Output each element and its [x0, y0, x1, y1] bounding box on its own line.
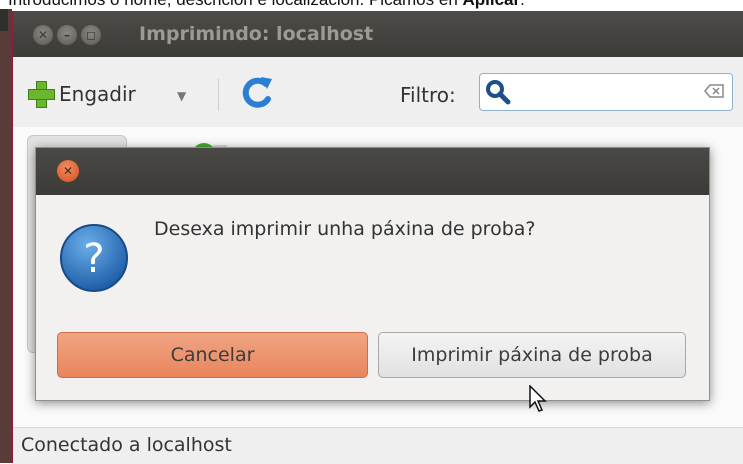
plus-icon: [27, 80, 55, 108]
question-icon: ?: [60, 224, 128, 292]
add-printer-button[interactable]: Engadir: [27, 77, 136, 111]
toolbar: Engadir ▼ Filtro:: [13, 57, 743, 127]
window-title: Imprimindo: localhost: [139, 23, 374, 45]
filter-label: Filtro:: [400, 83, 456, 107]
svg-text:?: ?: [83, 236, 104, 282]
close-icon: ✕: [37, 28, 49, 42]
close-icon: ✕: [62, 164, 74, 178]
caption-end: .: [520, 0, 525, 9]
maximize-icon: ◻: [86, 28, 96, 42]
dialog-close-button[interactable]: ✕: [57, 160, 79, 182]
minimize-icon: –: [64, 28, 70, 42]
add-label: Engadir: [59, 82, 136, 106]
page-caption: Introducimos o nome, descrición e locali…: [8, 0, 743, 9]
status-text: Conectado a localhost: [21, 434, 232, 456]
filter-input[interactable]: [479, 73, 733, 111]
dialog-message: Desexa imprimir unha páxina de proba?: [154, 218, 536, 240]
print-test-page-button[interactable]: Imprimir páxina de proba: [378, 332, 686, 378]
clear-icon[interactable]: [704, 84, 724, 98]
dialog-titlebar: ✕: [36, 148, 709, 195]
background-strip: [0, 9, 12, 463]
window-titlebar: ✕ – ◻ Imprimindo: localhost: [13, 11, 743, 57]
refresh-icon[interactable]: [239, 75, 273, 111]
statusbar: Conectado a localhost: [13, 427, 743, 464]
caption-text: Introducimos o nome, descrición e locali…: [8, 0, 463, 9]
caption-bold: Aplicar: [463, 0, 521, 9]
window-close-button[interactable]: ✕: [33, 25, 53, 45]
search-icon: [486, 80, 511, 105]
mouse-cursor-icon: [529, 385, 547, 412]
cancel-button[interactable]: Cancelar: [57, 332, 368, 378]
chevron-down-icon[interactable]: ▼: [177, 89, 186, 103]
test-page-dialog: ✕ ? Desexa imprimir unha páxina de proba…: [35, 147, 710, 401]
window-maximize-button[interactable]: ◻: [81, 25, 101, 45]
window-minimize-button[interactable]: –: [57, 25, 77, 45]
toolbar-separator: [218, 79, 219, 111]
